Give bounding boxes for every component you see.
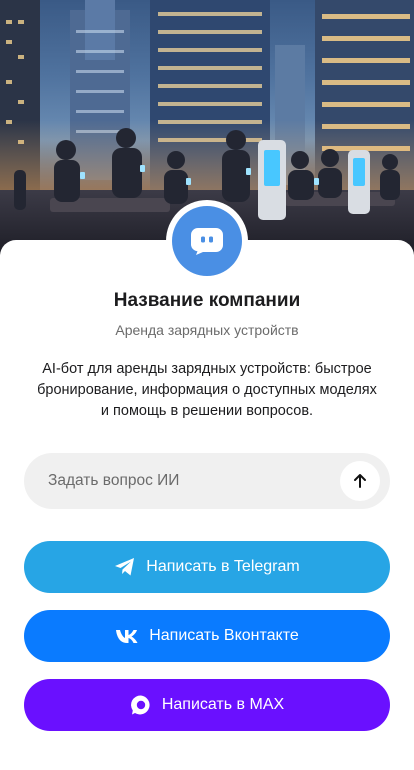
ask-ai-placeholder: Задать вопрос ИИ: [48, 472, 180, 489]
telegram-button-label: Написать в Telegram: [146, 558, 300, 575]
telegram-button[interactable]: Написать в Telegram: [24, 541, 390, 593]
company-name: Название компании: [113, 290, 301, 311]
avatar: [172, 206, 242, 276]
arrow-up-icon: [354, 474, 366, 488]
vk-button-label: Написать Вконтакте: [149, 627, 299, 644]
ask-ai-input[interactable]: Задать вопрос ИИ: [24, 453, 390, 509]
company-subtitle: Аренда зарядных устройств: [115, 322, 299, 338]
chat-bot-icon: [191, 228, 223, 255]
send-button[interactable]: [340, 461, 380, 501]
max-button[interactable]: Написать в MAX: [24, 679, 390, 731]
max-icon: [130, 694, 152, 716]
max-button-label: Написать в MAX: [161, 696, 285, 713]
company-description: AI-бот для аренды зарядных устройств: бы…: [37, 361, 377, 419]
vk-icon: [115, 628, 139, 644]
telegram-icon: [114, 557, 136, 577]
vk-button[interactable]: Написать Вконтакте: [24, 610, 390, 662]
